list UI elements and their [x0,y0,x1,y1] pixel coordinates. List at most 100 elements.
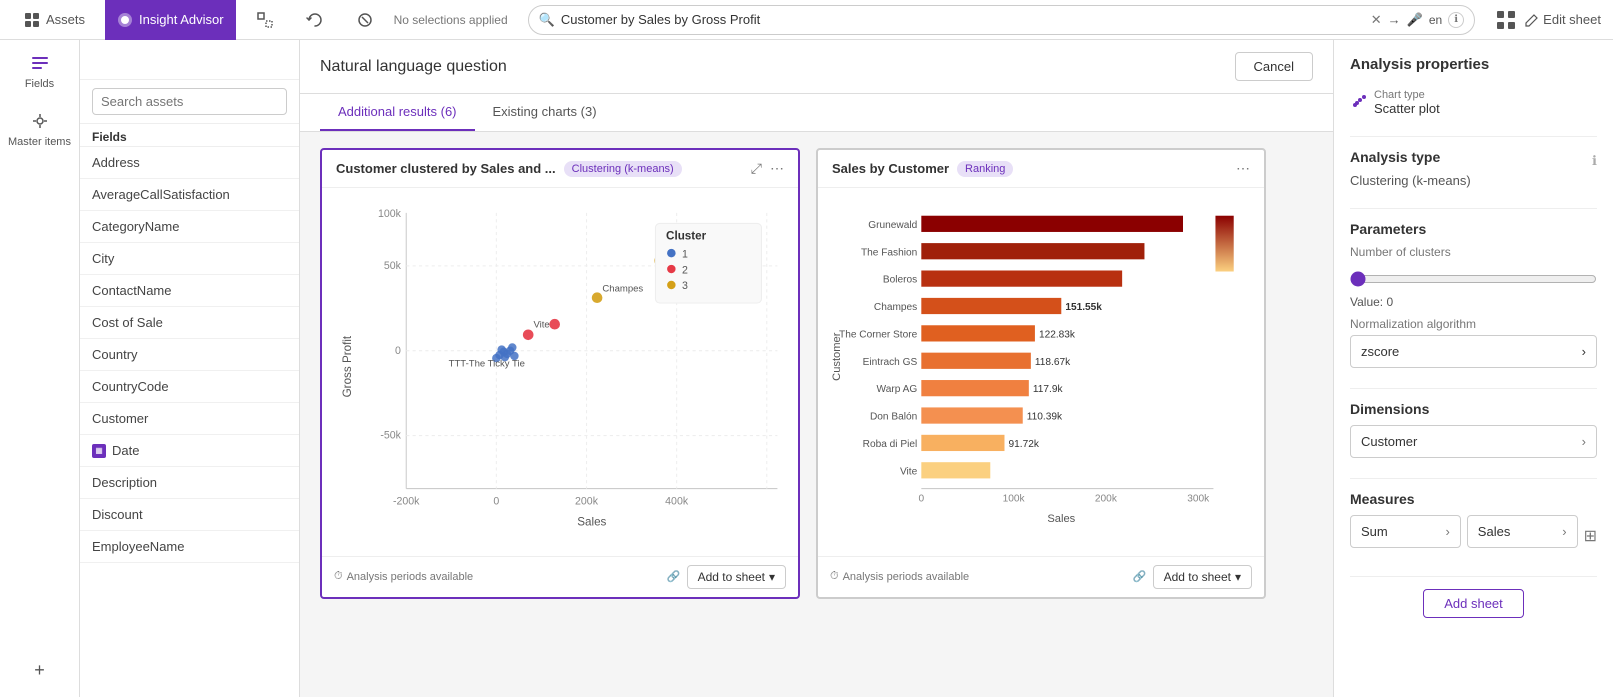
svg-text:50k: 50k [384,260,402,272]
svg-text:Vite: Vite [900,466,918,477]
fields-list: Address AverageCallSatisfaction Category… [80,147,299,697]
scatter-type-icon [1350,92,1368,110]
right-panel: Analysis properties Chart type Scatter p… [1333,40,1613,697]
svg-text:Gross Profit: Gross Profit [341,335,354,397]
measures-sum-row[interactable]: Sum › [1350,515,1461,548]
top-nav-right: Edit sheet [1495,9,1601,31]
analysis-type-section: Analysis type ℹ Clustering (k-means) [1350,149,1597,188]
clear-search-icon[interactable]: ✕ [1371,12,1382,28]
bar-add-sheet-button[interactable]: Add to sheet ▾ [1153,565,1252,589]
bar-more-icon[interactable]: ⋯ [1236,160,1250,177]
field-item-country[interactable]: Country [80,339,299,371]
mic-icon[interactable]: 🎤 [1407,12,1423,28]
scatter-add-sheet-button[interactable]: Add to sheet ▾ [687,565,786,589]
scatter-svg: 100k 50k 0 -50k -200k 0 200k 400k Gross … [332,198,788,546]
sum-chevron: › [1445,524,1449,539]
edit-icon [1525,13,1539,27]
grid-icon[interactable] [1495,9,1517,31]
scatter-card-header: Customer clustered by Sales and ... Clus… [322,150,798,188]
insight-advisor-label: Insight Advisor [139,12,224,27]
date-icon: ▦ [92,444,106,458]
cancel-button[interactable]: Cancel [1235,52,1313,81]
field-item-address[interactable]: Address [80,147,299,179]
measures-row: Sum › Sales › ⊞ [1350,515,1597,556]
field-item-customer[interactable]: Customer [80,403,299,435]
tab-additional-results[interactable]: Additional results (6) [320,94,475,131]
search-icon: 🔍 [539,12,555,28]
search-bar-area: 🔍 ✕ → 🎤 en ℹ [528,5,1476,35]
clusters-slider[interactable] [1350,271,1597,287]
assets-tab[interactable]: Assets [12,0,97,40]
clear-icon-btn[interactable] [344,0,386,40]
chevron-right-icon: › [1582,344,1586,359]
svg-text:Customer: Customer [831,332,843,381]
analysis-type-value: Clustering (k-means) [1350,173,1597,188]
arrow-icon[interactable]: → [1388,12,1401,27]
analysis-type-info[interactable]: ℹ [1592,153,1597,169]
field-item-categoryname[interactable]: CategoryName [80,211,299,243]
edit-sheet-button[interactable]: Edit sheet [1525,12,1601,27]
assets-label: Assets [46,12,85,27]
cycle-icon [306,11,324,29]
assets-icon [24,12,40,28]
field-item-description[interactable]: Description [80,467,299,499]
field-item-avgcall[interactable]: AverageCallSatisfaction [80,179,299,211]
measures-sales-row[interactable]: Sales › [1467,515,1578,548]
sidebar-item-fields[interactable]: Fields [25,52,54,90]
link-icon[interactable]: 🔗 [667,570,681,583]
lang-selector[interactable]: en [1429,13,1442,27]
normalization-select[interactable]: zscore › [1350,335,1597,368]
expand-icon[interactable]: ⤢ [751,160,762,177]
parameters-title: Parameters [1350,221,1597,237]
svg-text:110.39k: 110.39k [1027,412,1063,423]
add-sheet-button[interactable]: Add sheet [1423,589,1524,618]
field-item-costofsale[interactable]: Cost of Sale [80,307,299,339]
select-icon-btn[interactable] [244,0,286,40]
bar-chart-body: Grunewald 285.89k The Fashion 243.77k Bo… [818,188,1264,556]
chart-type-section: Chart type Scatter plot [1350,89,1597,116]
field-item-countrycode[interactable]: CountryCode [80,371,299,403]
svg-text:400k: 400k [665,495,689,507]
dimensions-title: Dimensions [1350,401,1597,417]
field-item-city[interactable]: City [80,243,299,275]
scatter-title: Customer clustered by Sales and ... [336,161,556,176]
search-input[interactable] [561,12,1365,27]
cycle-icon-btn[interactable] [294,0,336,40]
main-layout: Fields Address AverageCallSatisfaction C… [80,40,1613,697]
sidebar-item-master-items[interactable]: Master items [8,110,71,148]
divider-4 [1350,478,1597,479]
svg-text:200k: 200k [575,495,599,507]
field-item-discount[interactable]: Discount [80,499,299,531]
dimensions-section: Dimensions Customer › [1350,401,1597,458]
dimensions-chevron: › [1582,434,1586,449]
more-icon[interactable]: ⋯ [770,160,784,177]
sidebar-item-add[interactable]: + [34,660,45,681]
measures-section: Measures Sum › Sales › ⊞ [1350,491,1597,556]
svg-text:Champes: Champes [874,302,917,313]
measures-grid-icon[interactable]: ⊞ [1584,526,1597,546]
content-area: Natural language question Cancel Additio… [300,40,1333,697]
bar-card-header: Sales by Customer Ranking ⋯ [818,150,1264,188]
svg-text:0: 0 [918,494,924,505]
field-item-date[interactable]: ▦ Date [80,435,299,467]
dimensions-customer-row[interactable]: Customer › [1350,425,1597,458]
no-selections: No selections applied [394,13,508,27]
top-nav: Assets Insight Advisor No selections app… [0,0,1613,40]
search-assets-input[interactable] [92,88,287,115]
tab-existing-charts[interactable]: Existing charts (3) [475,94,615,131]
field-item-employeename[interactable]: EmployeeName [80,531,299,563]
field-item-contactname[interactable]: ContactName [80,275,299,307]
insight-advisor-tab[interactable]: Insight Advisor [105,0,236,40]
svg-text:3: 3 [682,280,688,292]
bar-badge: Ranking [957,161,1013,177]
info-icon[interactable]: ℹ [1448,12,1464,28]
svg-text:1: 1 [682,248,688,260]
svg-text:151.55k: 151.55k [1065,302,1102,313]
clear-icon [356,11,374,29]
svg-text:The Corner Store: The Corner Store [839,329,918,340]
divider-5 [1350,576,1597,577]
svg-text:2: 2 [682,264,688,276]
scatter-chart-card: Customer clustered by Sales and ... Clus… [320,148,800,599]
svg-text:Sales: Sales [1047,513,1075,525]
bar-link-icon[interactable]: 🔗 [1133,570,1147,583]
